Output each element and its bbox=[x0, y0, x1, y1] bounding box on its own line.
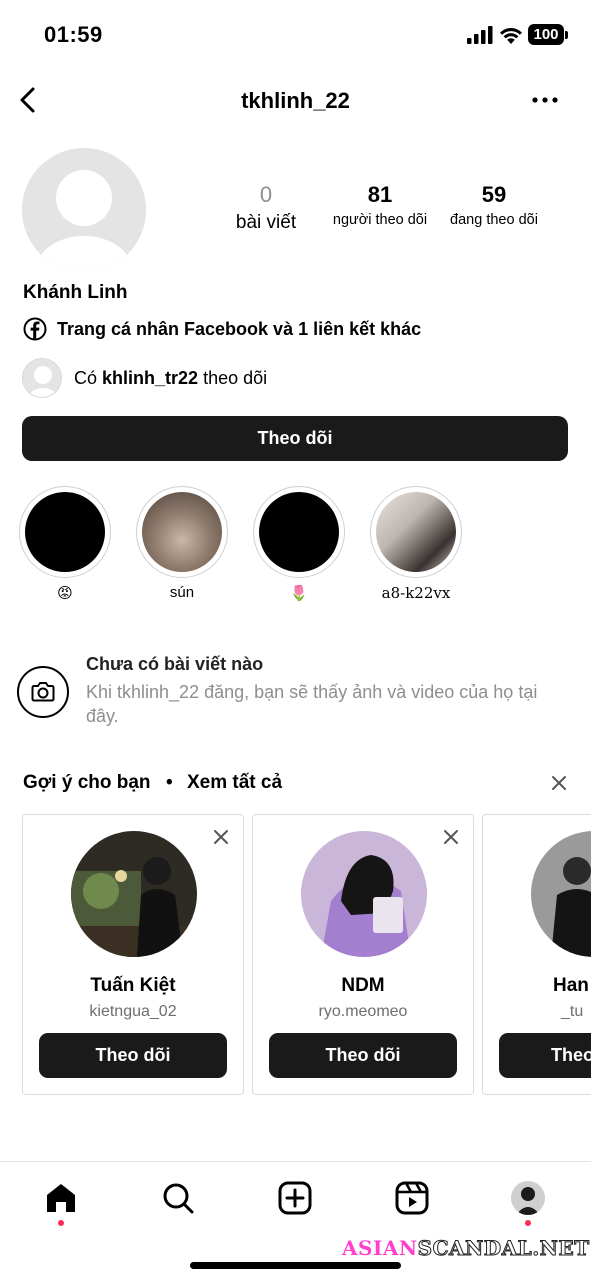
highlight-cover bbox=[259, 492, 339, 572]
wifi-icon bbox=[500, 28, 522, 44]
highlight-cover bbox=[25, 492, 105, 572]
links-text: Trang cá nhân Facebook và 1 liên kết khá… bbox=[57, 318, 422, 339]
suggestion-avatar[interactable] bbox=[531, 831, 591, 957]
user-photo bbox=[71, 831, 197, 957]
user-photo bbox=[301, 831, 427, 957]
no-posts-title: Chưa có bài viết nào bbox=[86, 654, 264, 674]
suggestion-username: _tu bbox=[561, 1003, 584, 1020]
no-posts-description: Khi tkhlinh_22 đăng, bạn sẽ thấy ảnh và … bbox=[86, 682, 538, 726]
followers-count: 81 bbox=[367, 182, 393, 207]
suggestion-username: ryo.meomeo bbox=[318, 1003, 408, 1020]
home-indicator[interactable] bbox=[190, 1262, 401, 1269]
highlight-ring bbox=[19, 486, 111, 578]
home-icon[interactable] bbox=[43, 1180, 79, 1216]
suggestion-card[interactable]: Tuấn Kiệt kietngua_02 Theo dõi bbox=[22, 814, 244, 1095]
user-photo bbox=[531, 831, 591, 957]
suggestion-name: Tuấn Kiệt bbox=[90, 975, 176, 996]
mutual-username: khlinh_tr22 bbox=[102, 367, 199, 388]
highlight-item[interactable]: 😡 bbox=[19, 486, 111, 602]
default-avatar-icon bbox=[23, 359, 61, 397]
highlight-ring bbox=[253, 486, 345, 578]
suggestion-name: NDM bbox=[341, 975, 385, 996]
highlight-label: 🌷 bbox=[289, 585, 309, 602]
battery-tip bbox=[565, 31, 568, 39]
highlight-item[interactable]: sún bbox=[136, 486, 228, 601]
profile-tab-avatar[interactable] bbox=[511, 1181, 545, 1215]
battery-icon: 100 bbox=[528, 24, 564, 45]
suggestions-separator: • bbox=[166, 772, 173, 793]
mutual-avatar bbox=[22, 358, 62, 398]
see-all-link[interactable]: Xem tất cả bbox=[187, 772, 282, 794]
following-count: 59 bbox=[481, 182, 507, 207]
mutual-followers[interactable]: Có khlinh_tr22 theo dõi bbox=[22, 358, 267, 398]
suggestion-avatar[interactable] bbox=[301, 831, 427, 957]
facebook-icon bbox=[23, 317, 47, 341]
search-icon[interactable] bbox=[160, 1180, 196, 1216]
cellular-signal-icon bbox=[467, 26, 493, 44]
story-highlights: 😡 sún 🌷 a8-k22vx bbox=[0, 486, 591, 606]
default-avatar-icon bbox=[22, 148, 146, 272]
highlight-label: a8-k22vx bbox=[381, 584, 451, 602]
stat-followers[interactable]: 81 người theo dõi bbox=[326, 182, 434, 228]
stat-following[interactable]: 59 đang theo dõi bbox=[440, 182, 548, 228]
close-icon[interactable] bbox=[550, 774, 568, 792]
suggestion-card[interactable]: Han _tu Theo bbox=[482, 814, 591, 1095]
highlight-item[interactable]: a8-k22vx bbox=[370, 486, 462, 602]
status-bar: 01:59 100 bbox=[0, 0, 591, 70]
dismiss-close-icon[interactable] bbox=[213, 829, 229, 845]
suggestions-title: Gợi ý cho bạn bbox=[23, 772, 151, 793]
highlight-label: sún bbox=[169, 584, 195, 601]
profile-username-title: tkhlinh_22 bbox=[241, 88, 350, 113]
highlight-item[interactable]: 🌷 bbox=[253, 486, 345, 602]
own-avatar-photo bbox=[511, 1181, 545, 1215]
more-options-icon[interactable] bbox=[531, 90, 559, 110]
stat-posts: 0 bài viết bbox=[226, 182, 306, 234]
external-links[interactable]: Trang cá nhân Facebook và 1 liên kết khá… bbox=[23, 316, 421, 342]
profile-avatar[interactable] bbox=[22, 148, 146, 272]
highlight-ring bbox=[370, 486, 462, 578]
followers-label: người theo dõi bbox=[332, 212, 428, 228]
dismiss-close-icon[interactable] bbox=[443, 829, 459, 845]
suggestion-follow-button[interactable]: Theo dõi bbox=[39, 1033, 227, 1078]
suggestions-header: Gợi ý cho bạn • Xem tất cả bbox=[23, 772, 571, 796]
camera-icon bbox=[17, 666, 69, 718]
profile-header: tkhlinh_22 bbox=[0, 78, 591, 122]
create-post-icon[interactable] bbox=[277, 1180, 313, 1216]
follow-button[interactable]: Theo dõi bbox=[22, 416, 568, 461]
watermark-logo: ASIANSCANDAL.NET bbox=[342, 1236, 590, 1261]
suggestion-follow-button[interactable]: Theo dõi bbox=[269, 1033, 457, 1078]
home-notification-dot bbox=[58, 1220, 64, 1226]
suggestion-avatar[interactable] bbox=[71, 831, 197, 957]
status-time: 01:59 bbox=[44, 22, 103, 47]
suggestion-username: kietngua_02 bbox=[89, 1003, 177, 1020]
camera-glyph bbox=[31, 682, 55, 702]
profile-notification-dot bbox=[525, 1220, 531, 1226]
display-name: Khánh Linh bbox=[23, 282, 128, 303]
suggestion-name: Han bbox=[553, 975, 589, 996]
highlight-ring bbox=[136, 486, 228, 578]
highlight-cover bbox=[376, 492, 456, 572]
posts-label: bài viết bbox=[235, 212, 297, 233]
highlight-label: 😡 bbox=[57, 585, 73, 602]
mutual-text: Có khlinh_tr22 theo dõi bbox=[74, 367, 268, 388]
reels-icon[interactable] bbox=[394, 1180, 430, 1216]
highlight-cover bbox=[142, 492, 222, 572]
following-label: đang theo dõi bbox=[450, 212, 538, 228]
posts-count: 0 bbox=[259, 182, 273, 207]
suggestion-card[interactable]: NDM ryo.meomeo Theo dõi bbox=[252, 814, 474, 1095]
suggestion-follow-button[interactable]: Theo bbox=[499, 1033, 591, 1078]
